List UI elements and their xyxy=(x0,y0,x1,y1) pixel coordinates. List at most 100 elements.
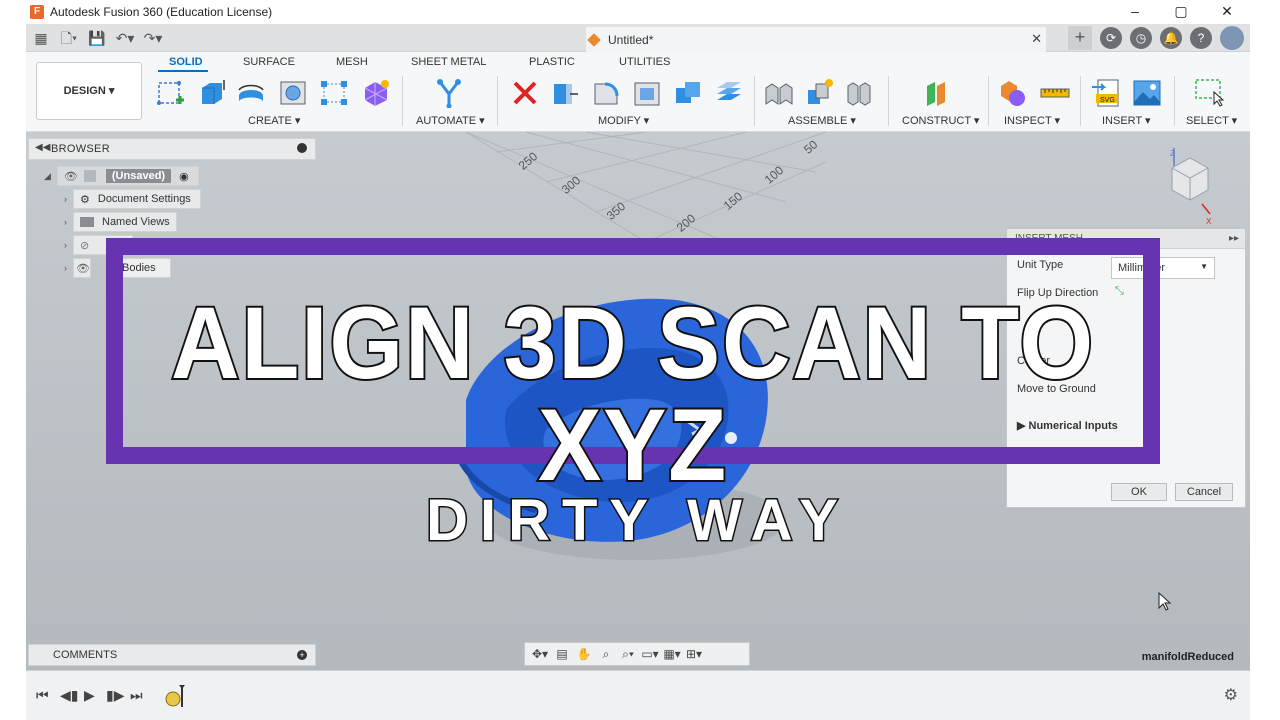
data-panel-grid-icon[interactable]: ▦ xyxy=(30,27,52,49)
browser-pin-icon[interactable] xyxy=(297,143,307,153)
automate-icon[interactable] xyxy=(434,78,464,108)
title-bar: F Autodesk Fusion 360 (Education License… xyxy=(26,0,1250,24)
tab-utilities[interactable]: UTILITIES xyxy=(619,56,670,68)
tab-plastic[interactable]: PLASTIC xyxy=(529,56,575,68)
insert-svg-icon[interactable]: SVG xyxy=(1092,78,1122,108)
as-built-joint-icon[interactable] xyxy=(844,78,874,108)
right-frame xyxy=(1250,0,1280,720)
add-comment-icon[interactable]: + xyxy=(297,650,307,660)
display-settings-icon[interactable]: ▭▾ xyxy=(641,646,659,662)
tab-surface[interactable]: SURFACE xyxy=(243,56,295,68)
construct-group-label[interactable]: CONSTRUCT ▾ xyxy=(902,114,979,127)
step-forward-icon[interactable]: ▮▶ xyxy=(106,687,124,704)
redo-icon[interactable]: ↷▾ xyxy=(142,27,164,49)
offset-face-icon[interactable] xyxy=(714,78,744,108)
viewports-icon[interactable]: ⊞▾ xyxy=(685,646,703,662)
tree-item-label: Document Settings xyxy=(97,193,191,205)
minimize-button[interactable]: – xyxy=(1112,0,1158,24)
notifications-icon[interactable]: 🔔 xyxy=(1160,27,1182,49)
navigation-toolbar: ✥▾ ▤ ✋ ⌕ ⌕▾ ▭▾ ▦▾ ⊞▾ xyxy=(524,642,750,666)
svg-text:X: X xyxy=(1206,217,1212,226)
fillet-icon[interactable] xyxy=(591,78,621,108)
pan-hand-icon[interactable]: ✋ xyxy=(575,646,593,662)
save-icon[interactable]: 💾 xyxy=(86,27,108,49)
timeline-bar: ⏮ ◀▮ ▶ ▮▶ ⏭ ⚙ xyxy=(26,670,1250,720)
expand-arrow-icon[interactable]: › xyxy=(64,217,67,227)
document-tab-bar: ▦ 🗋▾ 💾 ↶▾ ↷▾ Untitled* ✕ + ⟳ ◷ 🔔 ? xyxy=(26,24,1250,52)
browser-root-node[interactable]: ◢ 👁 (Unsaved) ◉ xyxy=(44,166,199,186)
browser-collapse-icon[interactable]: ◀◀ xyxy=(35,142,50,153)
tab-solid[interactable]: SOLID xyxy=(169,56,203,68)
tab-mesh[interactable]: MESH xyxy=(336,56,368,68)
offset-plane-icon[interactable] xyxy=(924,78,954,108)
visibility-eye-icon[interactable]: 👁 xyxy=(64,170,78,183)
tab-untitled[interactable]: Untitled* ✕ xyxy=(586,27,1046,52)
extrude-icon[interactable] xyxy=(198,78,228,108)
delete-icon[interactable] xyxy=(510,78,540,108)
go-to-end-icon[interactable]: ⏭ xyxy=(130,687,143,704)
orbit-icon[interactable]: ✥▾ xyxy=(531,646,549,662)
create-form-icon[interactable] xyxy=(361,78,391,108)
create-group-label[interactable]: CREATE ▾ xyxy=(248,114,300,127)
doc-tab-close-icon[interactable]: ✕ xyxy=(1031,31,1042,47)
pattern-icon[interactable] xyxy=(319,78,349,108)
dialog-expand-icon[interactable]: ▸▸ xyxy=(1229,233,1239,244)
inspect-group-label[interactable]: INSPECT ▾ xyxy=(1004,114,1060,127)
browser-item-document-settings[interactable]: › ⚙ Document Settings xyxy=(64,189,201,209)
play-icon[interactable]: ▶ xyxy=(84,687,95,704)
joint-icon[interactable] xyxy=(804,78,834,108)
mouse-cursor-icon xyxy=(1158,592,1172,611)
browser-item-named-views[interactable]: › Named Views xyxy=(64,212,177,232)
view-cube[interactable]: Z X xyxy=(1162,148,1218,228)
tree-item-box: ⚙ Document Settings xyxy=(73,189,201,209)
close-window-button[interactable]: ✕ xyxy=(1204,0,1250,24)
look-at-icon[interactable]: ▤ xyxy=(553,646,571,662)
zoom-icon[interactable]: ⌕ xyxy=(597,646,615,662)
chevron-down-icon: ▼ xyxy=(1200,262,1208,271)
ribbon-separator xyxy=(888,76,889,126)
maximize-button[interactable]: ▢ xyxy=(1158,0,1204,24)
create-sketch-icon[interactable] xyxy=(156,78,186,108)
expand-arrow-icon[interactable]: › xyxy=(64,263,67,273)
assemble-group-label[interactable]: ASSEMBLE ▾ xyxy=(788,114,856,127)
press-pull-icon[interactable] xyxy=(550,78,580,108)
hidden-eye-icon[interactable]: ⊘ xyxy=(80,239,89,252)
expand-arrow-icon[interactable]: › xyxy=(64,194,67,204)
go-to-start-icon[interactable]: ⏮ xyxy=(36,687,49,704)
automate-group-label[interactable]: AUTOMATE ▾ xyxy=(416,114,485,127)
expand-arrow-icon[interactable]: ◢ xyxy=(44,171,51,182)
shell-icon[interactable] xyxy=(632,78,662,108)
insert-group-label[interactable]: INSERT ▾ xyxy=(1102,114,1151,127)
inspect-icon[interactable] xyxy=(998,78,1028,108)
combine-icon[interactable] xyxy=(673,78,703,108)
visibility-eye-icon[interactable]: 👁 xyxy=(76,262,90,275)
new-tab-button[interactable]: + xyxy=(1068,26,1092,50)
comments-panel-header[interactable]: COMMENTS + xyxy=(28,644,316,666)
insert-image-icon[interactable] xyxy=(1132,78,1162,108)
browser-panel-header[interactable]: ◀◀ BROWSER xyxy=(28,138,316,160)
revolve-icon[interactable] xyxy=(236,78,266,108)
timeline-mesh-feature-icon[interactable] xyxy=(164,683,186,709)
extensions-icon[interactable]: ⟳ xyxy=(1100,27,1122,49)
tab-sheet-metal[interactable]: SHEET METAL xyxy=(411,56,486,68)
fit-zoom-icon[interactable]: ⌕▾ xyxy=(619,646,637,662)
active-body-name: manifoldReduced xyxy=(1141,651,1234,663)
help-icon[interactable]: ? xyxy=(1190,27,1212,49)
select-group-label[interactable]: SELECT ▾ xyxy=(1186,114,1237,127)
timeline-settings-gear-icon[interactable]: ⚙ xyxy=(1224,685,1238,705)
root-component-box[interactable]: 👁 (Unsaved) ◉ xyxy=(56,166,199,186)
hole-icon[interactable] xyxy=(278,78,308,108)
expand-arrow-icon[interactable]: › xyxy=(64,240,67,250)
new-component-icon[interactable] xyxy=(764,78,794,108)
avatar[interactable] xyxy=(1220,26,1244,50)
job-status-icon[interactable]: ◷ xyxy=(1130,27,1152,49)
workspace-switcher-button[interactable]: DESIGN ▾ xyxy=(36,62,142,120)
modify-group-label[interactable]: MODIFY ▾ xyxy=(598,114,649,127)
grid-settings-icon[interactable]: ▦▾ xyxy=(663,646,681,662)
undo-icon[interactable]: ↶▾ xyxy=(114,27,136,49)
step-back-icon[interactable]: ◀▮ xyxy=(60,687,78,704)
activate-radio-icon[interactable]: ◉ xyxy=(179,170,189,183)
measure-icon[interactable] xyxy=(1040,78,1070,108)
file-menu-icon[interactable]: 🗋▾ xyxy=(58,27,80,49)
select-window-icon[interactable] xyxy=(1194,78,1224,108)
